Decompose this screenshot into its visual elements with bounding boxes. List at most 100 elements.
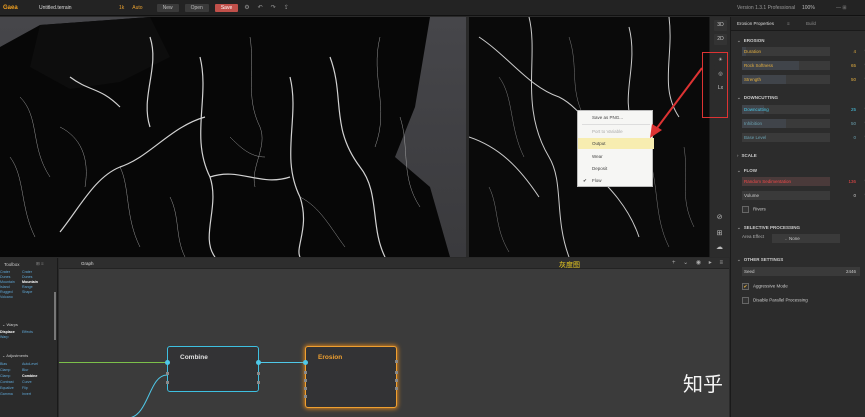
param-volume[interactable]: Volume 0 ↺: [742, 191, 865, 200]
viewport-3d[interactable]: [0, 17, 466, 257]
section-adjustments[interactable]: ⌄ Adjustments: [2, 353, 28, 358]
param-random-sedimentation[interactable]: Random Sedimentation 136 ↺: [742, 177, 865, 186]
toolbox-view-icons[interactable]: ⊞ ≡: [36, 261, 44, 267]
share-icon[interactable]: ⇪: [284, 4, 289, 11]
node-item[interactable]: Displace: [0, 330, 15, 334]
cloud-icon[interactable]: ☁: [714, 242, 725, 253]
param-base-level[interactable]: Base Level 0 ↺: [742, 133, 865, 142]
node-item[interactable]: Warp: [0, 335, 8, 339]
no-entry-icon[interactable]: ⊘: [714, 212, 725, 223]
menu-item-deposit[interactable]: Deposit: [578, 163, 654, 174]
param-duration[interactable]: Duration 4 ↺: [742, 47, 865, 56]
node-item[interactable]: Crater: [22, 270, 32, 274]
settings-icon[interactable]: ⚙: [244, 4, 249, 11]
node-item[interactable]: Flip: [22, 386, 28, 390]
section-flow[interactable]: ⌄ FLOW: [737, 168, 757, 174]
tab-graph[interactable]: Graph: [81, 261, 94, 266]
view-2d-button[interactable]: 2D: [714, 34, 727, 45]
node-item[interactable]: Gamma: [0, 392, 13, 396]
input-port[interactable]: [303, 360, 308, 365]
node-item[interactable]: Clamp: [0, 374, 10, 378]
node-item[interactable]: Invert: [22, 392, 31, 396]
node-item[interactable]: AutoLevel: [22, 362, 38, 366]
connection-wire[interactable]: [259, 362, 305, 363]
node-item[interactable]: Dunes: [0, 275, 10, 279]
node-item[interactable]: Curve: [22, 380, 32, 384]
input-port[interactable]: [166, 372, 169, 375]
connection-wire[interactable]: [59, 362, 165, 363]
open-button[interactable]: Open: [184, 3, 209, 12]
node-item[interactable]: Island: [0, 285, 10, 289]
output-port[interactable]: [257, 381, 260, 384]
node-item[interactable]: Range: [22, 285, 33, 289]
app-logo[interactable]: Gaea: [3, 5, 37, 11]
node-item[interactable]: Mountain: [0, 280, 15, 284]
tab-build[interactable]: Build: [806, 21, 816, 26]
menu-item-wear[interactable]: Wear: [578, 151, 654, 162]
rivers-checkbox[interactable]: Rivers: [742, 206, 766, 213]
param-inhibition[interactable]: Inhibition 50 ↺: [742, 119, 865, 128]
input-port[interactable]: [166, 381, 169, 384]
save-button[interactable]: Save: [214, 3, 239, 12]
mode-dropdown[interactable]: Auto: [132, 5, 142, 11]
output-port[interactable]: [395, 371, 398, 374]
param-strength[interactable]: Strength 50 ↺: [742, 75, 865, 84]
section-scale[interactable]: › SCALE: [737, 153, 757, 158]
input-port[interactable]: [304, 379, 307, 382]
output-port[interactable]: [395, 360, 398, 363]
disable-parallel-checkbox[interactable]: Disable Parallel Processing: [742, 297, 808, 304]
output-port[interactable]: [395, 387, 398, 390]
input-port[interactable]: [165, 360, 170, 365]
output-port[interactable]: [256, 360, 261, 365]
node-item[interactable]: Dunes: [22, 275, 32, 279]
input-port[interactable]: [304, 371, 307, 374]
node-item[interactable]: Clamp: [0, 368, 10, 372]
node-graph[interactable]: Graph 灰度图 + ⌄ ◉ ▸ ≡ Combine Erosion 知乎 @…: [59, 258, 729, 417]
undo-icon[interactable]: ↶: [258, 4, 263, 11]
grid-icon[interactable]: ⊞: [714, 228, 725, 239]
aggressive-mode-checkbox[interactable]: ✔ Aggressive Mode: [742, 283, 788, 290]
list-icon[interactable]: ≡: [787, 21, 790, 26]
menu-item-flow[interactable]: ✔ Flow: [578, 175, 654, 186]
resolution-dropdown[interactable]: 1k: [119, 5, 124, 11]
tab-erosion-properties[interactable]: Erosion Properties: [737, 21, 774, 26]
section-selective-processing[interactable]: ⌄ SELECTIVE PROCESSING: [737, 225, 800, 231]
window-controls[interactable]: — ⊞: [836, 5, 847, 11]
graph-toolbar-icons[interactable]: + ⌄ ◉ ▸ ≡: [672, 259, 726, 266]
node-item[interactable]: Blur: [22, 368, 28, 372]
view-3d-button[interactable]: 3D: [714, 20, 727, 31]
node-item[interactable]: Volcano: [0, 295, 13, 299]
node-combine[interactable]: Combine: [165, 346, 261, 392]
redo-icon[interactable]: ↷: [271, 4, 276, 11]
node-item[interactable]: Equalize: [0, 386, 14, 390]
node-item[interactable]: Contrast: [0, 380, 14, 384]
param-downcutting[interactable]: Downcutting 25 ↺: [742, 105, 865, 114]
zoom-level[interactable]: 100%: [802, 5, 815, 11]
node-item[interactable]: Crater: [0, 270, 10, 274]
section-other-settings[interactable]: ⌄ OTHER SETTINGS: [737, 257, 783, 263]
output-port[interactable]: [257, 372, 260, 375]
section-warps[interactable]: ⌄ Warps: [2, 322, 18, 327]
node-item[interactable]: Shape: [22, 290, 32, 294]
node-item[interactable]: Rugged: [0, 290, 13, 294]
param-seed[interactable]: Seed 2446: [742, 267, 860, 276]
input-port[interactable]: [304, 395, 307, 398]
properties-panel: Erosion Properties ≡ Build ⌄ EROSION Dura…: [730, 17, 865, 417]
param-rock-softness[interactable]: Rock Softness 65 ↺: [742, 61, 865, 70]
check-icon[interactable]: ✔: [742, 283, 749, 290]
node-item[interactable]: Effects: [22, 330, 33, 334]
checkbox-box[interactable]: [742, 297, 749, 304]
connection-wire[interactable]: [119, 370, 169, 417]
node-item[interactable]: Mountain: [22, 280, 38, 284]
new-button[interactable]: New: [156, 3, 179, 12]
input-port[interactable]: [304, 387, 307, 390]
area-effect-select[interactable]: Area Effect ⌄ None: [742, 234, 860, 243]
section-downcutting[interactable]: ⌄ DOWNCUTTING: [737, 95, 778, 101]
toolbox-scrollbar[interactable]: [54, 292, 56, 340]
node-erosion[interactable]: Erosion: [303, 346, 398, 408]
section-erosion[interactable]: ⌄ EROSION: [737, 38, 765, 44]
node-item[interactable]: Bias: [0, 362, 7, 366]
output-port[interactable]: [395, 379, 398, 382]
node-item[interactable]: Combine: [22, 374, 37, 378]
checkbox-box[interactable]: [742, 206, 749, 213]
